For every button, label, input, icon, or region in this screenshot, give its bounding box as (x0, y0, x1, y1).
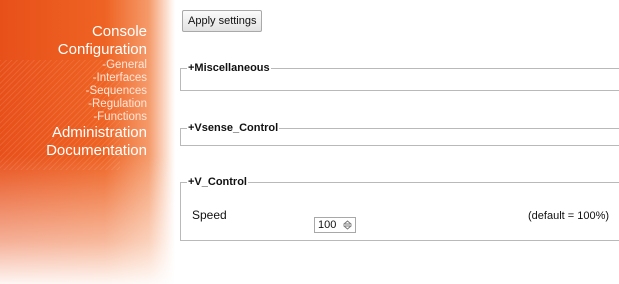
v-control-section: +V_Control Speed 100 (default = 100%) (180, 176, 619, 241)
apply-settings-button[interactable]: Apply settings (182, 10, 263, 32)
speed-stepper[interactable]: 100 (314, 217, 356, 233)
default-note: (default = 100%) (528, 210, 610, 222)
nav-item-general[interactable]: -General (46, 59, 147, 72)
up-down-spinner-icon[interactable] (343, 220, 352, 230)
nav-item-sequences[interactable]: -Sequences (46, 85, 147, 98)
miscellaneous-legend[interactable]: +Miscellaneous (187, 62, 271, 74)
miscellaneous-section: +Miscellaneous (180, 62, 619, 91)
speed-label: Speed (192, 208, 227, 222)
page: Console Configuration -General -Interfac… (0, 0, 619, 284)
v-control-legend[interactable]: +V_Control (187, 176, 248, 188)
nav-item-regulation[interactable]: -Regulation (46, 98, 147, 111)
sidebar-nav: Console Configuration -General -Interfac… (46, 23, 147, 160)
nav-item-functions[interactable]: -Functions (46, 111, 147, 124)
vsense-control-legend[interactable]: +Vsense_Control (187, 122, 279, 134)
nav-item-console[interactable]: Console (46, 23, 147, 41)
main-content: Apply settings +Miscellaneous +Vsense_Co… (180, 0, 619, 284)
sidebar: Console Configuration -General -Interfac… (0, 0, 175, 284)
nav-item-documentation[interactable]: Documentation (46, 142, 147, 160)
nav-item-administration[interactable]: Administration (46, 124, 147, 142)
vsense-control-section: +Vsense_Control (180, 122, 619, 146)
nav-item-interfaces[interactable]: -Interfaces (46, 72, 147, 85)
speed-value[interactable]: 100 (318, 219, 336, 231)
nav-item-configuration[interactable]: Configuration (46, 41, 147, 59)
